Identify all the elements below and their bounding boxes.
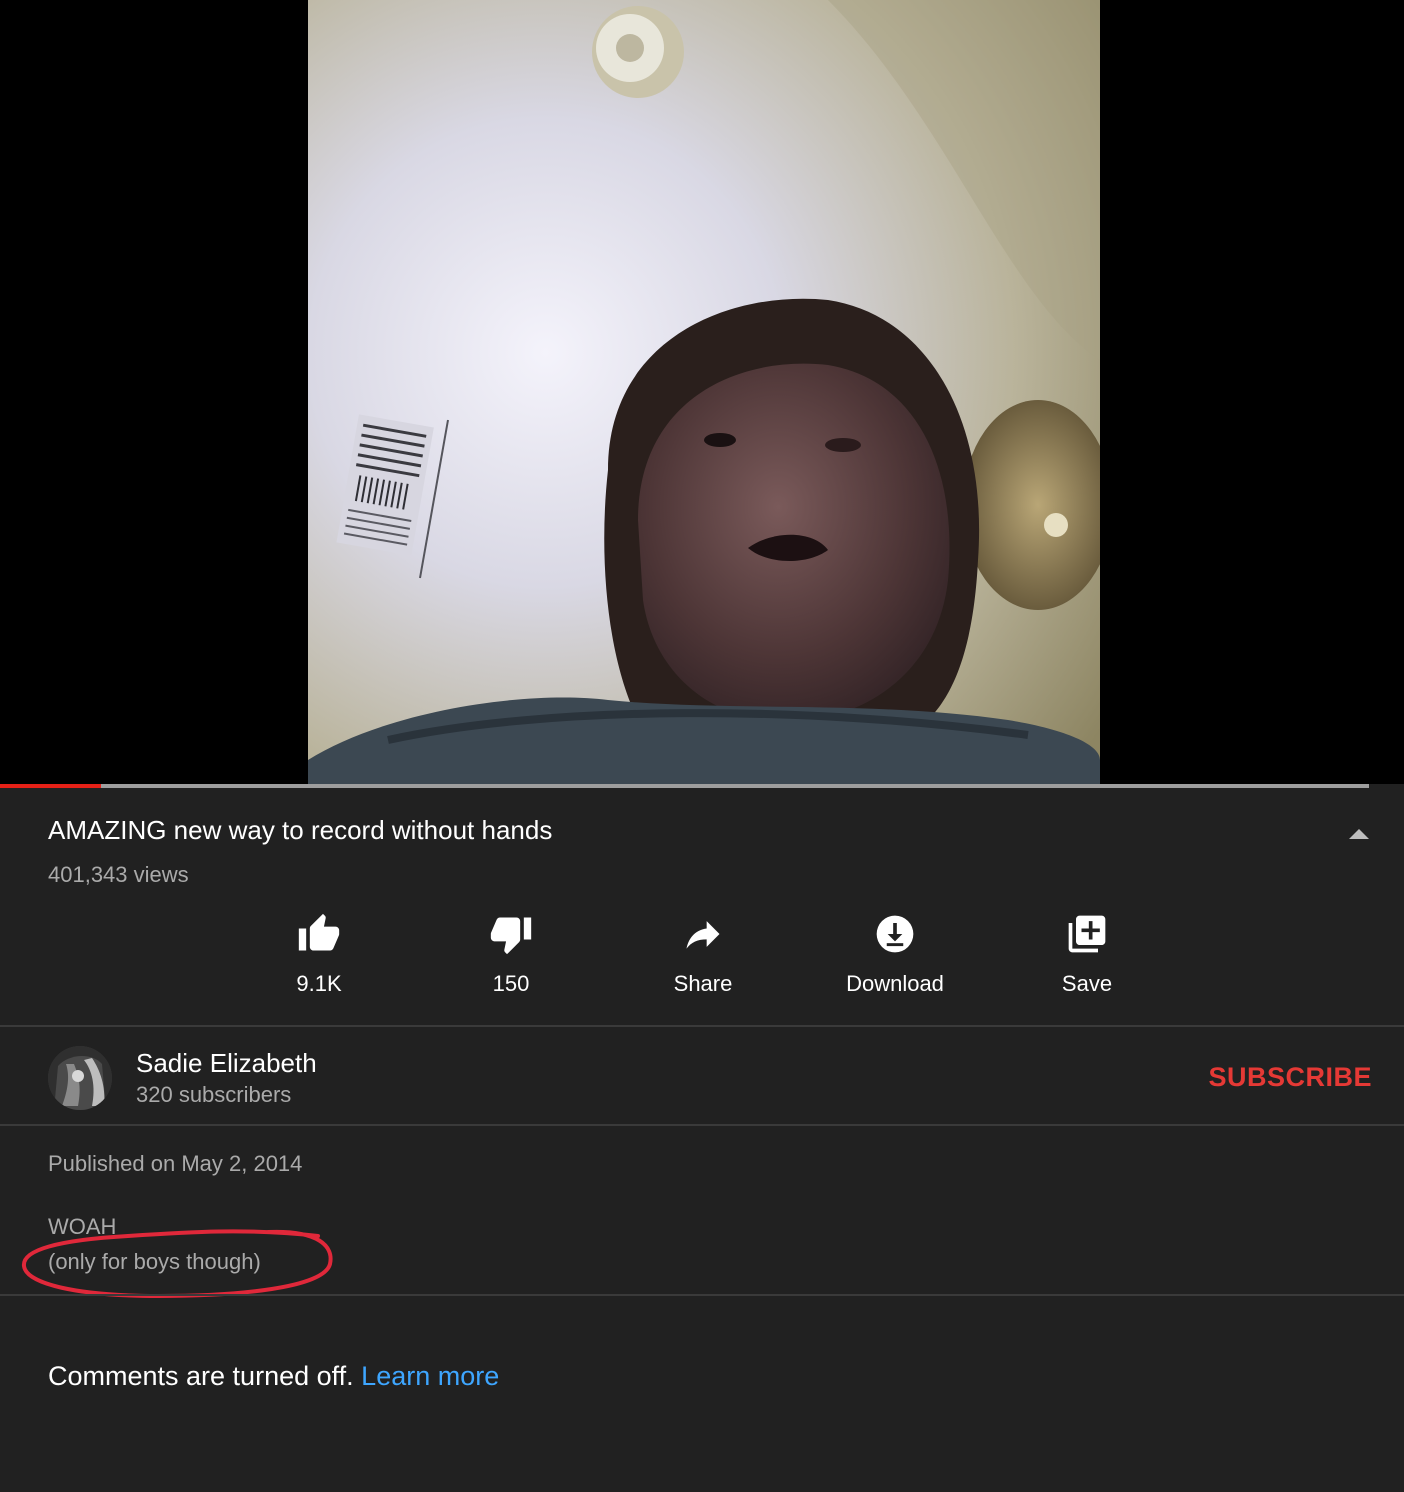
video-frame [308,0,1100,784]
playlist-add-icon [1068,915,1106,953]
thumbs-down-icon [490,917,532,955]
video-progress-played [0,784,102,788]
subscribe-button[interactable]: SUBSCRIBE [1208,1060,1372,1094]
red-circle-annotation [22,1229,333,1299]
dislike-count: 150 [492,971,530,996]
video-title: AMAZING new way to record without hands [48,815,553,845]
download-icon [876,915,914,953]
dislike-button[interactable]: 150 [426,912,596,1012]
video-still-image [308,0,1100,784]
download-label: Download [846,971,944,996]
thumbs-up-icon [298,913,340,951]
save-label: Save [1061,971,1113,996]
comments-status: Comments are turned off. Learn more [48,1358,499,1394]
collapse-arrow-icon[interactable] [1349,829,1369,839]
avatar-image [48,1046,112,1110]
video-progress-bar[interactable] [0,784,1369,788]
subscriber-count: 320 subscribers [136,1082,292,1107]
share-icon [686,921,720,949]
video-player[interactable] [0,0,1404,784]
comments-disabled-text: Comments are turned off. [48,1361,354,1391]
share-button[interactable]: Share [618,912,788,1012]
learn-more-link[interactable]: Learn more [361,1361,499,1391]
divider [0,1124,1404,1126]
divider [0,1294,1404,1296]
view-count: 401,343 views [48,862,189,887]
share-label: Share [673,971,733,996]
download-button[interactable]: Download [810,912,980,1012]
channel-name[interactable]: Sadie Elizabeth [136,1046,317,1080]
like-button[interactable]: 9.1K [234,912,404,1012]
save-button[interactable]: Save [1002,912,1172,1012]
like-count: 9.1K [296,971,342,996]
channel-avatar[interactable] [48,1046,112,1110]
video-watch-page: AMAZING new way to record without hands … [0,0,1404,1492]
publish-date: Published on May 2, 2014 [48,1151,303,1176]
divider [0,1025,1404,1027]
